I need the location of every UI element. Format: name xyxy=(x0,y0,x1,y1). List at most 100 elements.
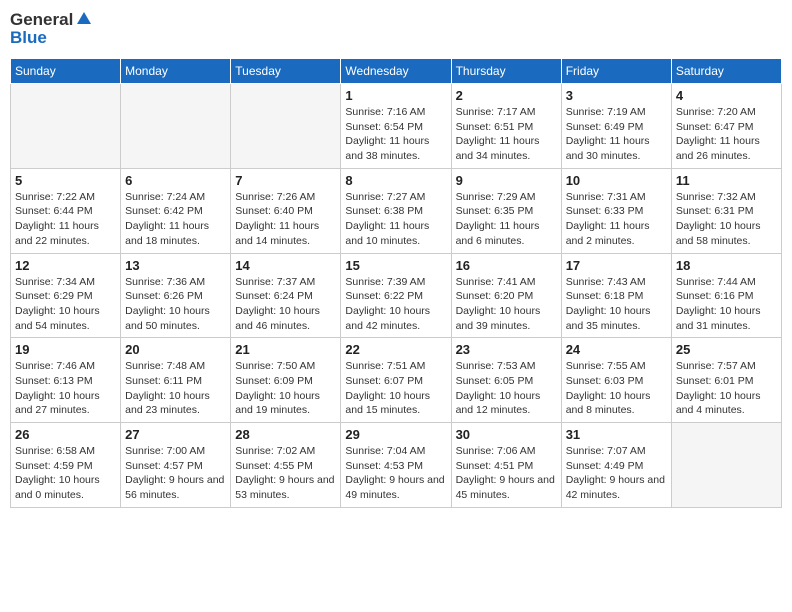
day-info: Sunrise: 7:04 AM Sunset: 4:53 PM Dayligh… xyxy=(345,444,446,503)
day-number: 8 xyxy=(345,173,446,188)
calendar-cell: 17 Sunrise: 7:43 AM Sunset: 6:18 PM Dayli… xyxy=(561,253,671,338)
calendar-cell: 12 Sunrise: 7:34 AM Sunset: 6:29 PM Dayli… xyxy=(11,253,121,338)
day-number: 23 xyxy=(456,342,557,357)
logo-blue-text: Blue xyxy=(10,28,93,48)
day-info: Sunrise: 7:57 AM Sunset: 6:01 PM Dayligh… xyxy=(676,359,777,418)
day-number: 31 xyxy=(566,427,667,442)
day-number: 2 xyxy=(456,88,557,103)
day-number: 18 xyxy=(676,258,777,273)
day-number: 25 xyxy=(676,342,777,357)
calendar-cell: 16 Sunrise: 7:41 AM Sunset: 6:20 PM Dayli… xyxy=(451,253,561,338)
day-info: Sunrise: 7:53 AM Sunset: 6:05 PM Dayligh… xyxy=(456,359,557,418)
day-info: Sunrise: 7:31 AM Sunset: 6:33 PM Dayligh… xyxy=(566,190,667,249)
day-info: Sunrise: 7:43 AM Sunset: 6:18 PM Dayligh… xyxy=(566,275,667,334)
logo-general-text: General xyxy=(10,10,73,30)
day-info: Sunrise: 7:55 AM Sunset: 6:03 PM Dayligh… xyxy=(566,359,667,418)
calendar-cell: 13 Sunrise: 7:36 AM Sunset: 6:26 PM Dayli… xyxy=(121,253,231,338)
day-info: Sunrise: 7:36 AM Sunset: 6:26 PM Dayligh… xyxy=(125,275,226,334)
day-info: Sunrise: 7:00 AM Sunset: 4:57 PM Dayligh… xyxy=(125,444,226,503)
day-number: 3 xyxy=(566,88,667,103)
day-number: 15 xyxy=(345,258,446,273)
col-friday: Friday xyxy=(561,59,671,84)
day-info: Sunrise: 7:19 AM Sunset: 6:49 PM Dayligh… xyxy=(566,105,667,164)
day-number: 5 xyxy=(15,173,116,188)
day-info: Sunrise: 7:34 AM Sunset: 6:29 PM Dayligh… xyxy=(15,275,116,334)
day-number: 30 xyxy=(456,427,557,442)
day-info: Sunrise: 7:22 AM Sunset: 6:44 PM Dayligh… xyxy=(15,190,116,249)
day-info: Sunrise: 7:06 AM Sunset: 4:51 PM Dayligh… xyxy=(456,444,557,503)
calendar-cell: 31 Sunrise: 7:07 AM Sunset: 4:49 PM Dayli… xyxy=(561,423,671,508)
col-tuesday: Tuesday xyxy=(231,59,341,84)
day-info: Sunrise: 7:27 AM Sunset: 6:38 PM Dayligh… xyxy=(345,190,446,249)
calendar-table: Sunday Monday Tuesday Wednesday Thursday… xyxy=(10,58,782,508)
calendar-cell: 10 Sunrise: 7:31 AM Sunset: 6:33 PM Dayli… xyxy=(561,168,671,253)
calendar-cell: 1 Sunrise: 7:16 AM Sunset: 6:54 PM Daylig… xyxy=(341,84,451,169)
calendar-cell: 2 Sunrise: 7:17 AM Sunset: 6:51 PM Daylig… xyxy=(451,84,561,169)
day-number: 13 xyxy=(125,258,226,273)
day-info: Sunrise: 7:44 AM Sunset: 6:16 PM Dayligh… xyxy=(676,275,777,334)
day-info: Sunrise: 7:26 AM Sunset: 6:40 PM Dayligh… xyxy=(235,190,336,249)
calendar-cell: 29Sunrise: 7:04 AM Sunset: 4:53 PM Dayli… xyxy=(341,423,451,508)
calendar-cell: 19 Sunrise: 7:46 AM Sunset: 6:13 PM Dayli… xyxy=(11,338,121,423)
calendar-cell: 9Sunrise: 7:29 AM Sunset: 6:35 PM Daylig… xyxy=(451,168,561,253)
calendar-cell: 6 Sunrise: 7:24 AM Sunset: 6:42 PM Daylig… xyxy=(121,168,231,253)
calendar-cell: 3 Sunrise: 7:19 AM Sunset: 6:49 PM Daylig… xyxy=(561,84,671,169)
day-info: Sunrise: 7:48 AM Sunset: 6:11 PM Dayligh… xyxy=(125,359,226,418)
calendar-cell xyxy=(231,84,341,169)
col-thursday: Thursday xyxy=(451,59,561,84)
day-number: 10 xyxy=(566,173,667,188)
day-info: Sunrise: 7:07 AM Sunset: 4:49 PM Dayligh… xyxy=(566,444,667,503)
day-number: 9 xyxy=(456,173,557,188)
day-number: 17 xyxy=(566,258,667,273)
day-info: Sunrise: 7:39 AM Sunset: 6:22 PM Dayligh… xyxy=(345,275,446,334)
day-number: 21 xyxy=(235,342,336,357)
calendar-cell: 21 Sunrise: 7:50 AM Sunset: 6:09 PM Dayli… xyxy=(231,338,341,423)
calendar-week-row: 26 Sunrise: 6:58 AM Sunset: 4:59 PM Dayli… xyxy=(11,423,782,508)
col-sunday: Sunday xyxy=(11,59,121,84)
calendar-header-row: Sunday Monday Tuesday Wednesday Thursday… xyxy=(11,59,782,84)
calendar-cell: 26 Sunrise: 6:58 AM Sunset: 4:59 PM Dayli… xyxy=(11,423,121,508)
page-header: General Blue xyxy=(10,10,782,48)
day-number: 24 xyxy=(566,342,667,357)
calendar-week-row: 1 Sunrise: 7:16 AM Sunset: 6:54 PM Daylig… xyxy=(11,84,782,169)
calendar-cell: 4Sunrise: 7:20 AM Sunset: 6:47 PM Daylig… xyxy=(671,84,781,169)
day-number: 19 xyxy=(15,342,116,357)
calendar-cell: 18 Sunrise: 7:44 AM Sunset: 6:16 PM Dayli… xyxy=(671,253,781,338)
calendar-cell: 7 Sunrise: 7:26 AM Sunset: 6:40 PM Daylig… xyxy=(231,168,341,253)
day-info: Sunrise: 7:50 AM Sunset: 6:09 PM Dayligh… xyxy=(235,359,336,418)
calendar-cell: 24 Sunrise: 7:55 AM Sunset: 6:03 PM Dayli… xyxy=(561,338,671,423)
day-info: Sunrise: 7:32 AM Sunset: 6:31 PM Dayligh… xyxy=(676,190,777,249)
calendar-cell: 14Sunrise: 7:37 AM Sunset: 6:24 PM Dayli… xyxy=(231,253,341,338)
calendar-cell xyxy=(11,84,121,169)
calendar-cell: 20 Sunrise: 7:48 AM Sunset: 6:11 PM Dayli… xyxy=(121,338,231,423)
calendar-cell: 5 Sunrise: 7:22 AM Sunset: 6:44 PM Daylig… xyxy=(11,168,121,253)
day-number: 1 xyxy=(345,88,446,103)
calendar-week-row: 12 Sunrise: 7:34 AM Sunset: 6:29 PM Dayli… xyxy=(11,253,782,338)
day-number: 6 xyxy=(125,173,226,188)
day-info: Sunrise: 7:17 AM Sunset: 6:51 PM Dayligh… xyxy=(456,105,557,164)
day-number: 14 xyxy=(235,258,336,273)
day-number: 27 xyxy=(125,427,226,442)
day-info: Sunrise: 7:41 AM Sunset: 6:20 PM Dayligh… xyxy=(456,275,557,334)
day-number: 11 xyxy=(676,173,777,188)
calendar-cell: 30 Sunrise: 7:06 AM Sunset: 4:51 PM Dayli… xyxy=(451,423,561,508)
day-info: Sunrise: 7:46 AM Sunset: 6:13 PM Dayligh… xyxy=(15,359,116,418)
day-info: Sunrise: 7:02 AM Sunset: 4:55 PM Dayligh… xyxy=(235,444,336,503)
day-info: Sunrise: 6:58 AM Sunset: 4:59 PM Dayligh… xyxy=(15,444,116,503)
col-monday: Monday xyxy=(121,59,231,84)
calendar-week-row: 19 Sunrise: 7:46 AM Sunset: 6:13 PM Dayli… xyxy=(11,338,782,423)
day-number: 4 xyxy=(676,88,777,103)
calendar-cell: 22Sunrise: 7:51 AM Sunset: 6:07 PM Dayli… xyxy=(341,338,451,423)
day-number: 12 xyxy=(15,258,116,273)
day-number: 28 xyxy=(235,427,336,442)
day-info: Sunrise: 7:16 AM Sunset: 6:54 PM Dayligh… xyxy=(345,105,446,164)
day-number: 26 xyxy=(15,427,116,442)
day-number: 7 xyxy=(235,173,336,188)
day-info: Sunrise: 7:24 AM Sunset: 6:42 PM Dayligh… xyxy=(125,190,226,249)
calendar-cell: 27 Sunrise: 7:00 AM Sunset: 4:57 PM Dayli… xyxy=(121,423,231,508)
calendar-week-row: 5 Sunrise: 7:22 AM Sunset: 6:44 PM Daylig… xyxy=(11,168,782,253)
calendar-cell: 23 Sunrise: 7:53 AM Sunset: 6:05 PM Dayli… xyxy=(451,338,561,423)
day-number: 20 xyxy=(125,342,226,357)
calendar-cell: 15 Sunrise: 7:39 AM Sunset: 6:22 PM Dayli… xyxy=(341,253,451,338)
day-number: 16 xyxy=(456,258,557,273)
